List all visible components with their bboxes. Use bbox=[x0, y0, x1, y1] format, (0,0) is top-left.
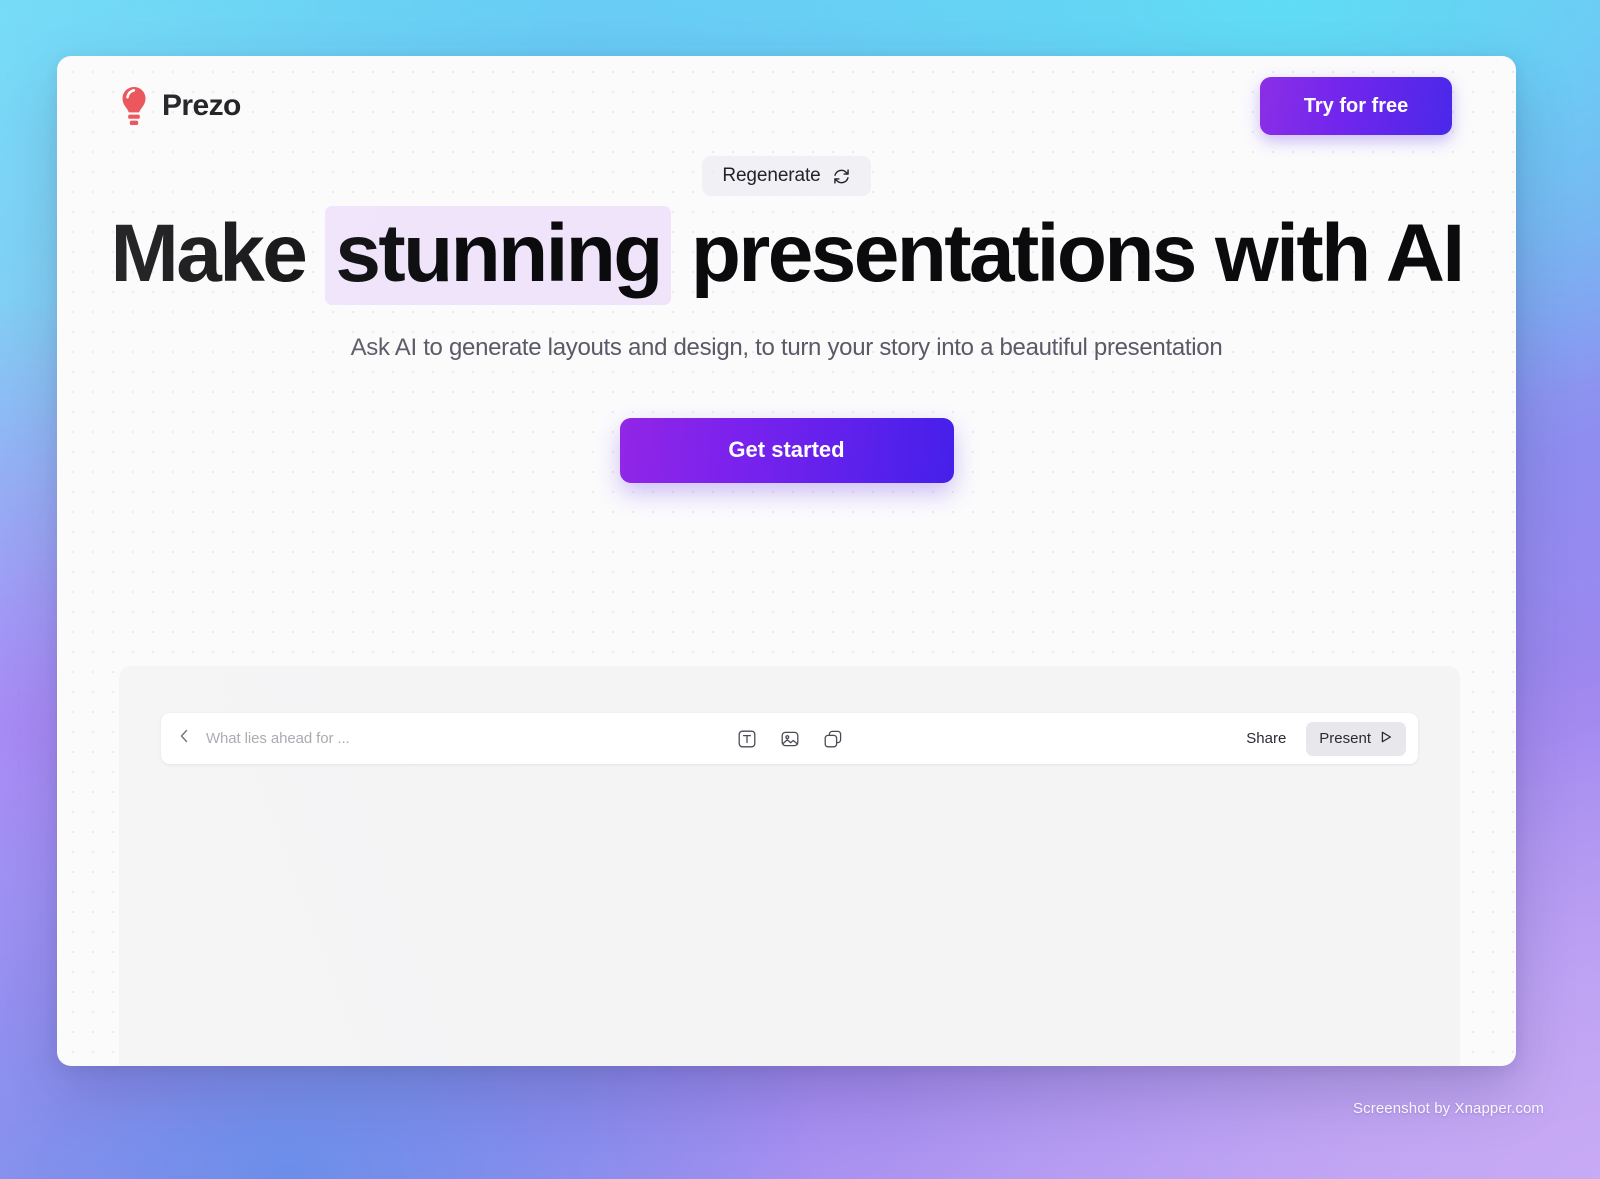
share-button[interactable]: Share bbox=[1234, 723, 1298, 754]
document-title[interactable]: What lies ahead for ... bbox=[206, 730, 350, 747]
refresh-cycle-icon bbox=[832, 167, 851, 186]
page-title: Make stunning presentations with AI bbox=[57, 206, 1516, 305]
present-label: Present bbox=[1319, 730, 1371, 747]
brand-logo[interactable]: Prezo bbox=[119, 85, 241, 127]
toolbar-tools-group bbox=[736, 728, 844, 750]
top-bar: Prezo Try for free bbox=[57, 56, 1516, 156]
play-triangle-icon bbox=[1379, 730, 1393, 748]
headline-part-2: presentations with AI bbox=[670, 208, 1465, 299]
app-window-card: Prezo Try for free Regenerate Make stunn bbox=[57, 56, 1516, 1066]
image-tool-icon[interactable] bbox=[779, 728, 801, 750]
regenerate-label: Regenerate bbox=[722, 165, 821, 186]
hero-subtitle: Ask AI to generate layouts and design, t… bbox=[350, 333, 1223, 361]
shapes-tool-icon[interactable] bbox=[822, 728, 844, 750]
text-tool-icon[interactable] bbox=[736, 728, 758, 750]
get-started-button[interactable]: Get started bbox=[619, 417, 954, 483]
editor-panel: What lies ahead for ... Share Present bbox=[119, 666, 1460, 1066]
toolbar-left-group: What lies ahead for ... bbox=[161, 728, 350, 749]
present-button[interactable]: Present bbox=[1306, 721, 1406, 756]
page-background: Prezo Try for free Regenerate Make stunn bbox=[0, 0, 1600, 1179]
try-for-free-button[interactable]: Try for free bbox=[1260, 77, 1452, 135]
editor-toolbar: What lies ahead for ... Share Present bbox=[161, 713, 1418, 764]
xnapper-watermark: Screenshot by Xnapper.com bbox=[1353, 1100, 1544, 1117]
lightbulb-icon bbox=[119, 85, 149, 127]
chevron-left-icon[interactable] bbox=[178, 728, 191, 749]
hero-section: Regenerate Make stunning presentations w… bbox=[57, 156, 1516, 483]
headline-part-1: Make bbox=[110, 208, 326, 299]
regenerate-button[interactable]: Regenerate bbox=[702, 156, 871, 196]
brand-name: Prezo bbox=[162, 89, 241, 122]
toolbar-right-group: Share Present bbox=[1234, 721, 1418, 756]
headline-highlight: stunning bbox=[325, 206, 671, 305]
